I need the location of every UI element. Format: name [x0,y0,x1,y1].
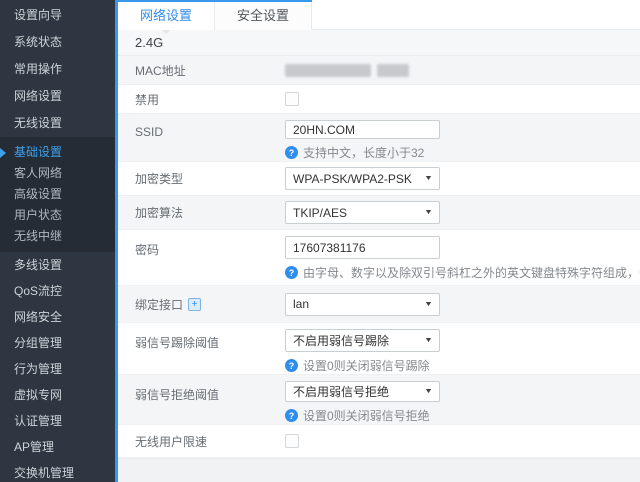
sidebar-item-vpn[interactable]: 虚拟专网 [0,382,115,408]
chevron-down-icon: ▼ [424,175,433,182]
bind-interface-badge-icon[interactable]: + [188,298,201,311]
masked-blob [285,64,371,77]
settings-panel: 2.4G MAC地址 禁用 SSID [118,30,640,482]
sidebar-item-setup-wizard[interactable]: 设置向导 [0,2,115,29]
sidebar: 设置向导 系统状态 常用操作 网络设置 无线设置 基础设置 客人网络 高级设置 … [0,0,115,482]
bind-interface-label-text: 绑定接口 [135,296,183,313]
router-admin-app: 设置向导 系统状态 常用操作 网络设置 无线设置 基础设置 客人网络 高级设置 … [0,0,640,482]
weak-signal-kick-value: 不启用弱信号踢除 [293,332,389,349]
sidebar-item-system-status[interactable]: 系统状态 [0,29,115,56]
weak-signal-reject-hint-text: 设置0则关闭弱信号拒绝 [303,407,430,424]
tab-bar: 网络设置 安全设置 [118,0,640,30]
encryption-algorithm-value: TKIP/AES [293,206,347,220]
sidebar-subitem-label: 基础设置 [14,145,62,159]
sidebar-item-wireless-settings[interactable]: 无线设置 [0,110,115,137]
tab-network-settings[interactable]: 网络设置 [118,2,215,30]
weak-signal-reject-label: 弱信号拒绝阈值 [118,375,285,424]
help-icon: ? [285,359,298,372]
weak-signal-kick-row: 弱信号踢除阈值 不启用弱信号踢除 ▼ ? 设置0则关闭弱信号踢除 [118,323,640,375]
encryption-algorithm-select[interactable]: TKIP/AES ▼ [285,201,440,224]
sidebar-item-common-operations[interactable]: 常用操作 [0,56,115,83]
sidebar-top-group: 设置向导 系统状态 常用操作 网络设置 无线设置 [0,0,115,137]
active-tab-nub [162,30,170,34]
mac-address-value [285,56,640,84]
sidebar-subitem-guest-network[interactable]: 客人网络 [0,163,115,184]
sidebar-item-auth-management[interactable]: 认证管理 [0,408,115,434]
main-content: 网络设置 安全设置 2.4G MAC地址 禁用 [118,0,640,482]
disable-row: 禁用 [118,85,640,114]
sidebar-item-network-settings[interactable]: 网络设置 [0,83,115,110]
sidebar-item-network-security[interactable]: 网络安全 [0,304,115,330]
bind-interface-row: 绑定接口 + lan ▼ [118,286,640,323]
password-hint-text: 由字母、数字以及除双引号斜杠之外的英文键盘特殊字符组成，长度是8到63个字符 [303,264,640,281]
weak-signal-kick-hint: ? 设置0则关闭弱信号踢除 [285,357,640,374]
password-row: 密码 ? 由字母、数字以及除双引号斜杠之外的英文键盘特殊字符组成，长度是8到63… [118,230,640,286]
weak-signal-kick-select[interactable]: 不启用弱信号踢除 ▼ [285,329,440,352]
ssid-label: SSID [118,114,285,161]
masked-blob [377,64,409,77]
help-icon: ? [285,266,298,279]
encryption-algorithm-row: 加密算法 TKIP/AES ▼ [118,196,640,230]
tab-label: 网络设置 [140,8,192,23]
sidebar-item-group-management[interactable]: 分组管理 [0,330,115,356]
sidebar-wireless-submenu: 基础设置 客人网络 高级设置 用户状态 无线中继 [0,137,115,252]
weak-signal-reject-value: 不启用弱信号拒绝 [293,383,389,400]
disable-checkbox[interactable] [285,92,299,106]
chevron-down-icon: ▼ [424,388,433,395]
sidebar-item-switch-management[interactable]: 交换机管理 [0,460,115,482]
password-hint: ? 由字母、数字以及除双引号斜杠之外的英文键盘特殊字符组成，长度是8到63个字符 [285,264,640,281]
wireless-user-limit-checkbox[interactable] [285,434,299,448]
help-icon: ? [285,409,298,422]
sidebar-item-qos[interactable]: QoS流控 [0,278,115,304]
encryption-type-label: 加密类型 [118,162,285,195]
weak-signal-reject-row: 弱信号拒绝阈值 不启用弱信号拒绝 ▼ ? 设置0则关闭弱信号拒绝 [118,375,640,425]
encryption-type-row: 加密类型 WPA-PSK/WPA2-PSK ▼ [118,162,640,196]
weak-signal-kick-hint-text: 设置0则关闭弱信号踢除 [303,357,430,374]
mac-address-label: MAC地址 [118,56,285,84]
weak-signal-reject-select[interactable]: 不启用弱信号拒绝 ▼ [285,381,440,402]
mac-address-row: MAC地址 [118,56,640,85]
panel-footer [118,458,640,482]
help-icon: ? [285,146,298,159]
disable-label: 禁用 [118,85,285,113]
password-label: 密码 [118,230,285,285]
encryption-type-value: WPA-PSK/WPA2-PSK [293,172,412,186]
section-title-2-4g: 2.4G [118,30,640,56]
wireless-user-limit-label: 无线用户限速 [118,425,285,457]
tabs-group: 网络设置 安全设置 [118,0,312,30]
sidebar-subitem-basic-settings[interactable]: 基础设置 [0,142,115,163]
chevron-down-icon: ▼ [424,301,433,308]
sidebar-subitem-advanced-settings[interactable]: 高级设置 [0,184,115,205]
ssid-row: SSID ? 支持中文，长度小于32 [118,114,640,162]
active-item-arrow-icon [0,148,6,158]
bind-interface-label: 绑定接口 + [118,286,285,322]
tab-security-settings[interactable]: 安全设置 [215,2,312,30]
wireless-user-limit-row: 无线用户限速 [118,425,640,458]
weak-signal-kick-label: 弱信号踢除阈值 [118,323,285,374]
encryption-type-select[interactable]: WPA-PSK/WPA2-PSK ▼ [285,167,440,190]
chevron-down-icon: ▼ [424,209,433,216]
sidebar-item-multiline-settings[interactable]: 多线设置 [0,252,115,278]
password-input[interactable] [285,236,440,259]
chevron-down-icon: ▼ [424,337,433,344]
ssid-hint: ? 支持中文，长度小于32 [285,144,640,161]
weak-signal-reject-hint: ? 设置0则关闭弱信号拒绝 [285,407,640,424]
bind-interface-value: lan [293,297,309,311]
sidebar-bottom-group: 多线设置 QoS流控 网络安全 分组管理 行为管理 虚拟专网 认证管理 AP管理… [0,252,115,482]
encryption-algorithm-label: 加密算法 [118,196,285,229]
sidebar-item-ap-management[interactable]: AP管理 [0,434,115,460]
mac-masked-value [285,64,640,77]
bind-interface-select[interactable]: lan ▼ [285,293,440,316]
sidebar-subitem-user-status[interactable]: 用户状态 [0,205,115,226]
ssid-hint-text: 支持中文，长度小于32 [303,144,424,161]
ssid-input[interactable] [285,120,440,139]
sidebar-item-behavior-management[interactable]: 行为管理 [0,356,115,382]
sidebar-subitem-wireless-repeater[interactable]: 无线中继 [0,226,115,247]
